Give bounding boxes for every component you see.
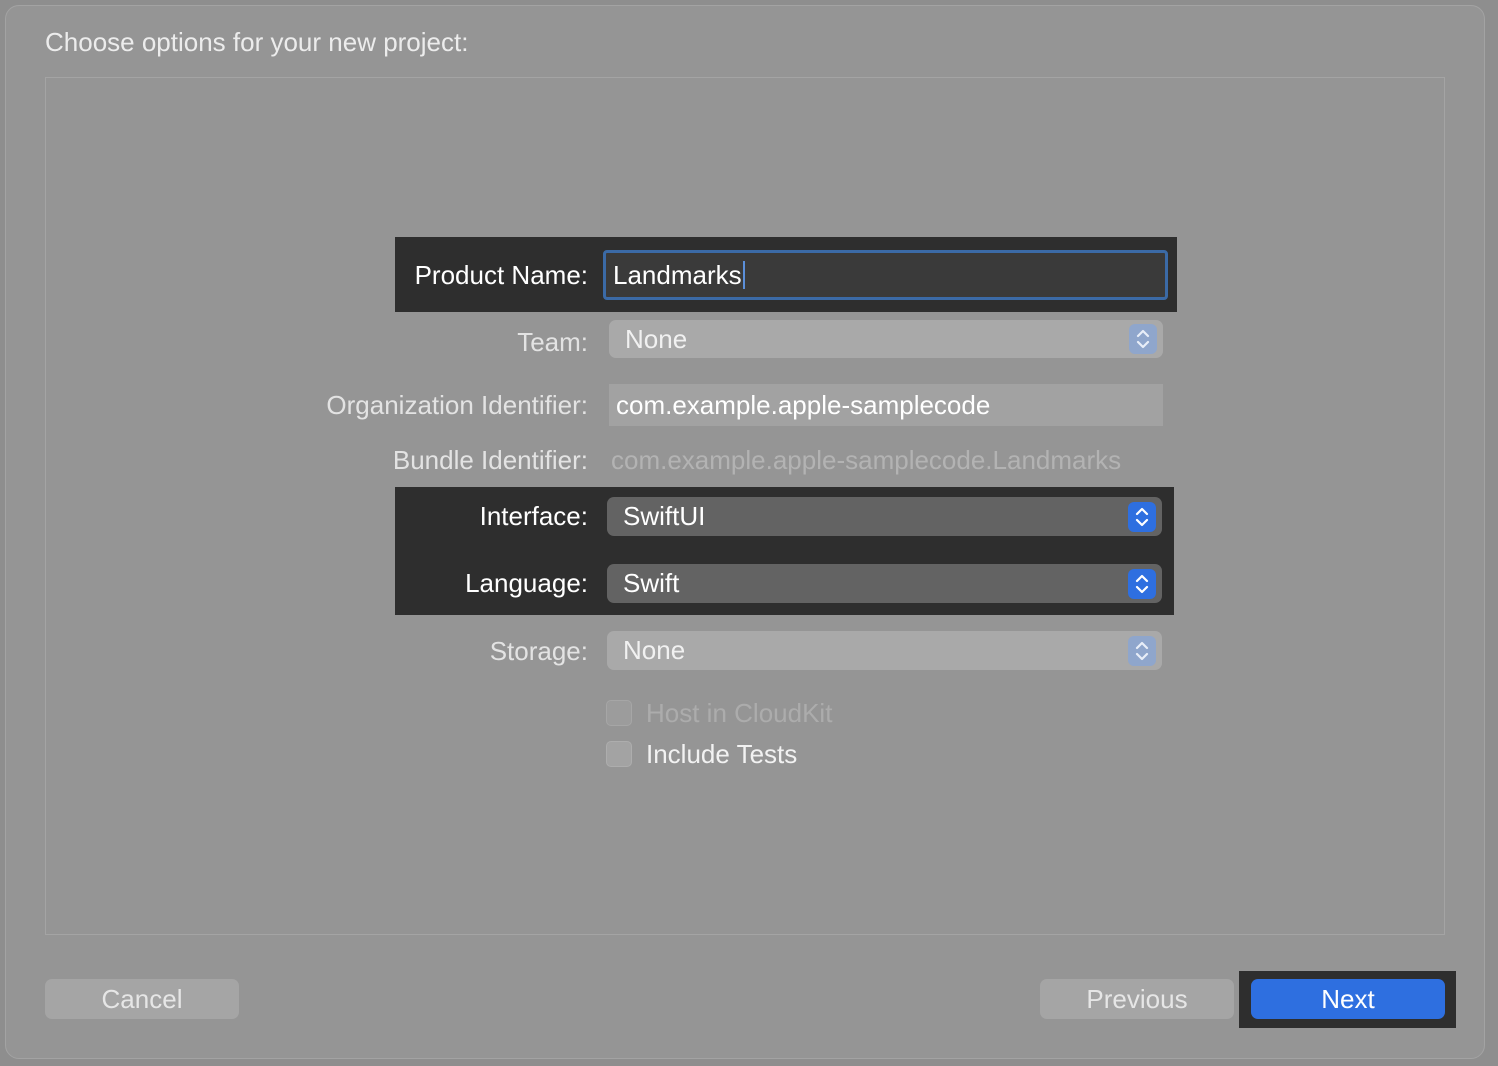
organization-identifier-field[interactable]: com.example.apple-samplecode (609, 384, 1163, 426)
previous-button[interactable]: Previous (1040, 979, 1234, 1019)
language-popup[interactable]: Swift (607, 564, 1162, 603)
storage-label: Storage: (489, 636, 588, 666)
product-name-label: Product Name: (414, 260, 588, 290)
language-popup-value: Swift (623, 568, 680, 598)
interface-label: Interface: (479, 501, 588, 531)
text-cursor (742, 261, 745, 289)
team-label: Team: (517, 327, 588, 357)
organization-identifier-label: Organization Identifier: (326, 390, 588, 420)
product-name-value: Landmarks (613, 259, 742, 290)
bundle-identifier-label: Bundle Identifier: (392, 445, 588, 475)
next-button[interactable]: Next (1251, 979, 1445, 1019)
chevron-up-down-icon (1129, 324, 1157, 354)
host-in-cloudkit-checkbox[interactable] (606, 700, 632, 726)
team-popup[interactable]: None (609, 320, 1163, 358)
include-tests-checkbox[interactable] (606, 741, 632, 767)
team-popup-value: None (625, 323, 688, 354)
storage-popup[interactable]: None (607, 631, 1162, 670)
dialog-title: Choose options for your new project: (45, 27, 469, 57)
cancel-button[interactable]: Cancel (45, 979, 239, 1019)
host-in-cloudkit-label: Host in CloudKit (646, 698, 833, 728)
chevron-up-down-icon (1128, 568, 1156, 599)
chevron-up-down-icon (1128, 635, 1156, 666)
bundle-identifier-value: com.example.apple-samplecode.Landmarks (611, 445, 1122, 475)
include-tests-label: Include Tests (646, 739, 798, 769)
product-name-field[interactable]: Landmarks (603, 250, 1168, 300)
interface-popup[interactable]: SwiftUI (607, 497, 1162, 536)
organization-identifier-value: com.example.apple-samplecode (616, 389, 991, 420)
storage-popup-value: None (623, 635, 686, 665)
interface-popup-value: SwiftUI (623, 501, 706, 531)
language-label: Language: (465, 568, 588, 598)
chevron-up-down-icon (1128, 501, 1156, 532)
